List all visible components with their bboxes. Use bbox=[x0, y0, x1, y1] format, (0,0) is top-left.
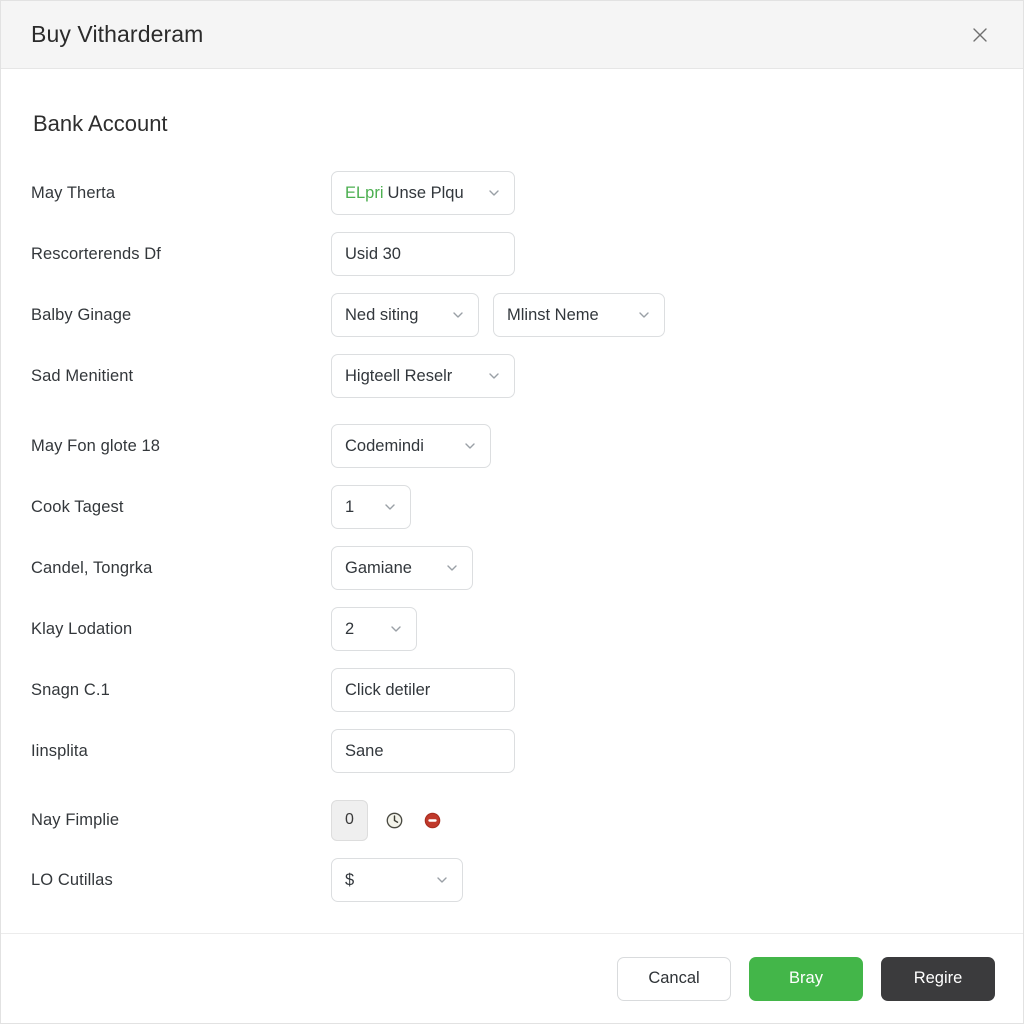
cancel-button[interactable]: Cancal bbox=[617, 956, 731, 1001]
form-row: Rescorterends Df Usid 30 bbox=[31, 232, 993, 276]
lo-cutillas-select[interactable]: $ bbox=[331, 858, 463, 902]
field-controls: Codemindi bbox=[331, 424, 491, 468]
select-value: Gamiane bbox=[345, 558, 412, 577]
balby-ginage-select-2[interactable]: Mlinst Neme bbox=[493, 293, 665, 337]
field-label: May Fon glote 18 bbox=[31, 436, 161, 455]
chevron-down-icon bbox=[371, 500, 397, 514]
form-row: Nay Fimplie 0 bbox=[31, 799, 993, 841]
chevron-down-icon bbox=[475, 186, 501, 200]
select-value: Mlinst Neme bbox=[507, 305, 599, 324]
form-row: May Therta ELpri Unse Plqu bbox=[31, 171, 993, 215]
field-label: Snagn C.1 bbox=[31, 680, 110, 699]
select-value: Ned siting bbox=[345, 305, 419, 324]
select-value: Higteell Reselr bbox=[345, 366, 453, 385]
field-label: Iinsplita bbox=[31, 741, 88, 760]
select-value: $ bbox=[345, 870, 355, 889]
select-value: 1 bbox=[345, 497, 355, 516]
field-label: Klay Lodation bbox=[31, 619, 133, 638]
field-controls: Click detiler bbox=[331, 668, 515, 712]
nay-fimplie-stepper[interactable]: 0 bbox=[331, 799, 368, 841]
rescorterends-input[interactable]: Usid 30 bbox=[331, 232, 515, 276]
chevron-down-icon bbox=[433, 561, 459, 575]
snagn-input[interactable]: Click detiler bbox=[331, 668, 515, 712]
form-row: Klay Lodation 2 bbox=[31, 607, 993, 651]
close-icon[interactable] bbox=[963, 18, 997, 52]
field-label: Rescorterends Df bbox=[31, 244, 161, 263]
select-value: ELpri Unse Plqu bbox=[345, 184, 464, 203]
may-therta-select[interactable]: ELpri Unse Plqu bbox=[331, 171, 515, 215]
field-label: Candel, Tongrka bbox=[31, 558, 153, 577]
form-row: Sad Menitient Higteell Reselr bbox=[31, 354, 993, 398]
select-value: Codemindi bbox=[345, 436, 424, 455]
form-row: Candel, Tongrka Gamiane bbox=[31, 546, 993, 590]
chevron-down-icon bbox=[625, 308, 651, 322]
form-row: Cook Tagest 1 bbox=[31, 485, 993, 529]
form-row: Snagn C.1 Click detiler bbox=[31, 668, 993, 712]
chevron-down-icon bbox=[475, 369, 501, 383]
field-controls: Sane bbox=[331, 729, 515, 773]
field-controls: ELpri Unse Plqu bbox=[331, 171, 515, 215]
may-fon-glote-select[interactable]: Codemindi bbox=[331, 424, 491, 468]
balby-ginage-select-1[interactable]: Ned siting bbox=[331, 293, 479, 337]
field-controls: $ bbox=[331, 858, 463, 902]
candel-tongrka-select[interactable]: Gamiane bbox=[331, 546, 473, 590]
form-row: Iinsplita Sane bbox=[31, 729, 993, 773]
field-label: Nay Fimplie bbox=[31, 810, 120, 829]
dialog-body: Bank Account May Therta ELpri Unse Plqu R… bbox=[1, 69, 1023, 933]
field-label: May Therta bbox=[31, 183, 116, 202]
chevron-down-icon bbox=[439, 308, 465, 322]
sad-menitient-select[interactable]: Higteell Reselr bbox=[331, 354, 515, 398]
field-controls: Higteell Reselr bbox=[331, 354, 515, 398]
field-controls: Gamiane bbox=[331, 546, 473, 590]
field-controls: 0 bbox=[331, 799, 444, 841]
field-label: Cook Tagest bbox=[31, 497, 124, 516]
form-row: May Fon glote 18 Codemindi bbox=[31, 424, 993, 468]
buy-button[interactable]: Bray bbox=[749, 956, 863, 1001]
field-label: Balby Ginage bbox=[31, 305, 132, 324]
chevron-down-icon bbox=[423, 873, 449, 887]
chevron-down-icon bbox=[377, 622, 403, 636]
input-value: Click detiler bbox=[345, 680, 431, 699]
field-label: LO Cutillas bbox=[31, 870, 113, 889]
field-controls: 1 bbox=[331, 485, 411, 529]
field-controls: Usid 30 bbox=[331, 232, 515, 276]
dialog-footer: Cancal Bray Regire bbox=[1, 933, 1023, 1023]
chevron-down-icon bbox=[451, 439, 477, 453]
form-row: LO Cutillas $ bbox=[31, 858, 993, 902]
select-value-text: Unse Plqu bbox=[387, 183, 464, 202]
stepper-value: 0 bbox=[345, 811, 354, 828]
dialog-header: Buy Vitharderam bbox=[1, 1, 1023, 69]
iinsplita-input[interactable]: Sane bbox=[331, 729, 515, 773]
select-value-prefix: ELpri bbox=[345, 183, 384, 202]
form-row: Balby Ginage Ned siting Mlinst Neme bbox=[31, 293, 993, 337]
cook-tagest-select[interactable]: 1 bbox=[331, 485, 411, 529]
clock-icon[interactable] bbox=[382, 808, 406, 832]
register-button[interactable]: Regire bbox=[881, 956, 995, 1001]
input-value: Sane bbox=[345, 741, 384, 760]
klay-lodation-select[interactable]: 2 bbox=[331, 607, 417, 651]
field-label: Sad Menitient bbox=[31, 366, 134, 385]
buy-dialog: Buy Vitharderam Bank Account May Therta … bbox=[0, 0, 1024, 1024]
select-value: 2 bbox=[345, 619, 355, 638]
field-controls: Ned siting Mlinst Neme bbox=[331, 293, 665, 337]
input-value: Usid 30 bbox=[345, 244, 401, 263]
block-icon[interactable] bbox=[420, 808, 444, 832]
field-controls: 2 bbox=[331, 607, 417, 651]
dialog-title: Buy Vitharderam bbox=[31, 21, 204, 47]
section-title: Bank Account bbox=[33, 111, 168, 136]
